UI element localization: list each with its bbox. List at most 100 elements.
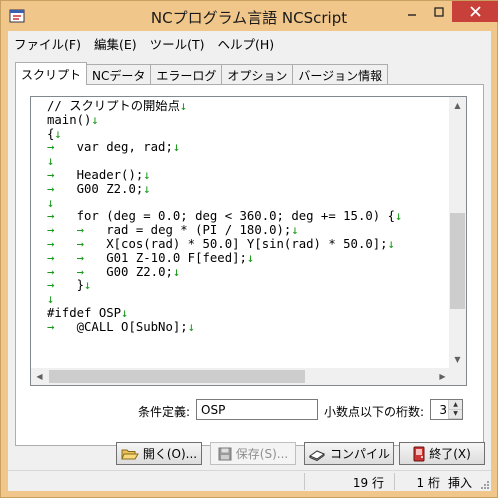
resize-grip-icon[interactable] xyxy=(479,479,489,489)
open-button-label: 開く(O)... xyxy=(142,447,198,461)
minimize-button[interactable] xyxy=(398,1,425,22)
code-line[interactable]: #ifdef OSP↓ xyxy=(47,307,459,321)
triangle-down-icon: ▼ xyxy=(453,410,458,418)
code-line[interactable]: → → rad = deg * (PI / 180.0);↓ xyxy=(47,224,459,238)
newline-marker-icon: ↓ xyxy=(143,168,151,182)
menu-tools[interactable]: ツール(T) xyxy=(144,31,212,52)
code-text: G00 Z2.0; xyxy=(106,265,173,279)
open-button[interactable]: 開く(O)... xyxy=(116,442,202,465)
triangle-down-icon: ▼ xyxy=(454,355,461,364)
code-line[interactable]: → Header();↓ xyxy=(47,169,459,183)
tab-version-info[interactable]: バージョン情報 xyxy=(292,64,389,84)
code-text: @CALL O[SubNo]; xyxy=(76,320,188,334)
tab-marker-arrow-icon: → xyxy=(76,251,107,265)
tab-strip: スクリプト NCデータ エラーログ オプション バージョン情報 xyxy=(15,62,389,85)
code-text: for (deg = 0.0; deg < 360.0; deg += 15.0… xyxy=(76,210,395,224)
newline-marker-icon: ↓ xyxy=(246,251,255,265)
code-line[interactable]: main()↓ xyxy=(47,114,459,128)
code-line[interactable]: → → X[cos(rad) * 50.0] Y[sin(rad) * 50.0… xyxy=(47,238,459,252)
newline-marker-icon: ↓ xyxy=(172,265,181,279)
script-tab-panel: // スクリプトの開始点↓ main()↓ {↓ → var deg, rad;↓ ↓ →… xyxy=(15,84,484,446)
newline-marker-icon: ↓ xyxy=(121,306,129,320)
code-line[interactable]: → G00 Z2.0;↓ xyxy=(47,183,459,197)
newline-marker-icon: ↓ xyxy=(47,293,55,307)
menu-help[interactable]: ヘルプ(H) xyxy=(212,31,282,52)
code-text: // スクリプトの開始点 xyxy=(47,100,180,113)
newline-marker-icon: ↓ xyxy=(179,100,188,113)
code-line[interactable]: ↓ xyxy=(47,155,459,169)
vertical-scroll-thumb[interactable] xyxy=(450,213,465,309)
vertical-scrollbar[interactable]: ▲ ▼ xyxy=(449,97,466,368)
code-area[interactable]: // スクリプトの開始点↓ main()↓ {↓ → var deg, rad;↓ ↓ →… xyxy=(47,100,459,335)
save-button-label: 保存(S)... xyxy=(235,447,289,461)
exit-door-icon xyxy=(413,446,425,461)
menu-edit[interactable]: 編集(E) xyxy=(88,31,144,52)
close-button[interactable] xyxy=(452,1,498,22)
script-editor[interactable]: // スクリプトの開始点↓ main()↓ {↓ → var deg, rad;↓ ↓ →… xyxy=(30,96,467,386)
code-line[interactable]: {↓ xyxy=(47,128,459,142)
spin-down-button[interactable]: ▼ xyxy=(449,409,462,419)
compile-button[interactable]: コンパイル xyxy=(304,442,394,465)
newline-marker-icon: ↓ xyxy=(172,141,181,155)
app-window: NCプログラム言語 NCScript ファイル(F) 編集(E) ツール(T) … xyxy=(0,0,498,498)
status-bar: 19 行 1 桁 挿入 xyxy=(8,470,491,491)
scroll-left-button[interactable]: ◀ xyxy=(31,368,48,385)
tab-marker-arrow-icon: → xyxy=(47,265,77,279)
status-column-number: 1 桁 xyxy=(394,473,444,490)
floppy-disk-icon xyxy=(218,447,232,460)
tab-marker-arrow-icon: → xyxy=(47,320,77,334)
decimal-digits-value[interactable]: 3 xyxy=(435,403,447,417)
newline-marker-icon: ↓ xyxy=(394,210,403,224)
tab-marker-arrow-icon: → xyxy=(47,237,77,251)
code-line[interactable]: ↓ xyxy=(47,197,459,211)
tab-error-log[interactable]: エラーログ xyxy=(150,64,223,84)
tab-script[interactable]: スクリプト xyxy=(15,62,88,85)
spin-up-button[interactable]: ▲ xyxy=(449,400,462,410)
code-text: X[cos(rad) * 50.0] Y[sin(rad) * 50.0]; xyxy=(106,237,388,251)
decimal-digits-spinner[interactable]: 3 ▲ ▼ xyxy=(430,399,463,420)
exit-button[interactable]: 終了(X) xyxy=(399,442,485,465)
code-line[interactable]: → for (deg = 0.0; deg < 360.0; deg += 15… xyxy=(47,210,459,224)
decimal-digits-label: 小数点以下の桁数: xyxy=(324,405,425,419)
code-line[interactable]: ↓ xyxy=(47,293,459,307)
code-line[interactable]: → var deg, rad;↓ xyxy=(47,141,459,155)
scroll-down-button[interactable]: ▼ xyxy=(449,351,466,368)
code-line[interactable]: → → G01 Z-10.0 F[feed];↓ xyxy=(47,252,459,266)
menu-file[interactable]: ファイル(F) xyxy=(8,31,88,52)
save-button[interactable]: 保存(S)... xyxy=(210,442,296,465)
newline-marker-icon: ↓ xyxy=(387,237,395,251)
code-line[interactable]: → }↓ xyxy=(47,279,459,293)
tab-marker-arrow-icon: → xyxy=(76,265,107,279)
code-text: rad = deg * (PI / 180.0); xyxy=(106,224,292,238)
exit-button-label: 終了(X) xyxy=(429,447,471,461)
newline-marker-icon: ↓ xyxy=(91,113,99,127)
code-line[interactable]: // スクリプトの開始点↓ xyxy=(47,100,459,114)
code-line[interactable]: → @CALL O[SubNo];↓ xyxy=(47,321,459,335)
menu-bar: ファイル(F) 編集(E) ツール(T) ヘルプ(H) xyxy=(8,31,491,52)
condition-input[interactable] xyxy=(196,399,318,420)
horizontal-scrollbar[interactable]: ◀ ▶ xyxy=(31,368,451,385)
code-text: G01 Z-10.0 F[feed]; xyxy=(106,251,247,265)
newline-marker-icon: ↓ xyxy=(47,196,55,210)
newline-marker-icon: ↓ xyxy=(187,320,196,334)
tab-options[interactable]: オプション xyxy=(221,64,294,84)
newline-marker-icon: ↓ xyxy=(47,155,55,169)
triangle-up-icon: ▲ xyxy=(454,101,461,110)
code-text: main() xyxy=(47,113,92,127)
newline-marker-icon: ↓ xyxy=(291,224,299,238)
tab-marker-arrow-icon: → xyxy=(47,224,77,238)
tab-nc-data[interactable]: NCデータ xyxy=(86,64,152,84)
title-bar[interactable]: NCプログラム言語 NCScript xyxy=(1,1,498,31)
tab-marker-arrow-icon: → xyxy=(76,237,107,251)
maximize-button[interactable] xyxy=(425,1,452,22)
code-text: var deg, rad; xyxy=(76,141,173,155)
tab-marker-arrow-icon: → xyxy=(47,210,77,224)
code-text: } xyxy=(76,279,85,293)
tab-marker-arrow-icon: → xyxy=(47,251,77,265)
scroll-up-button[interactable]: ▲ xyxy=(449,97,466,114)
newline-marker-icon: ↓ xyxy=(143,182,151,196)
code-line[interactable]: → → G00 Z2.0;↓ xyxy=(47,266,459,280)
book-icon xyxy=(308,449,325,461)
newline-marker-icon: ↓ xyxy=(84,279,92,293)
horizontal-scroll-thumb[interactable] xyxy=(49,370,305,383)
